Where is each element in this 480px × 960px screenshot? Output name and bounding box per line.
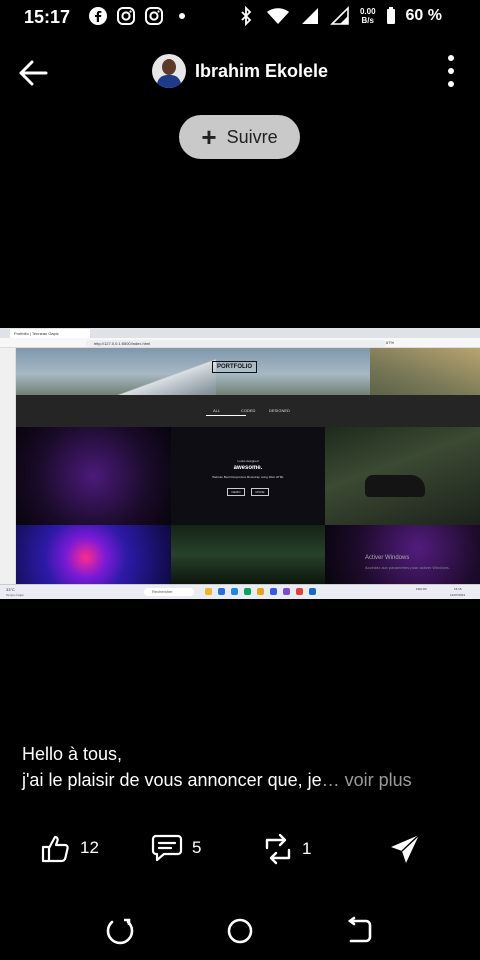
comment-button[interactable]: 5 (150, 832, 201, 864)
post-text-line: Hello à tous, (22, 744, 123, 764)
see-more-link[interactable]: voir plus (345, 770, 412, 790)
tile-caption: Looks designed (237, 459, 259, 463)
post-text: Hello à tous, j'ai le plaisir de vous an… (22, 741, 462, 793)
tile-headline: awesome. (233, 465, 263, 471)
portfolio-tile (16, 525, 171, 584)
home-button[interactable] (222, 913, 258, 949)
net-speed-unit: B/s (361, 16, 374, 25)
portfolio-title: PORTFOLIO (212, 361, 257, 373)
post-actions: 12 5 1 (0, 832, 480, 872)
status-bar: 15:17 0.00 B/s 60 % (0, 0, 480, 34)
post-text-body: j'ai le plaisir de vous annoncer que, je (22, 770, 322, 790)
browser-sidebar (0, 348, 16, 592)
signal-icon (330, 6, 349, 25)
signal-icon (301, 8, 318, 24)
status-time: 15:17 (24, 7, 71, 27)
more-button[interactable] (444, 54, 458, 88)
browser-url: http://127.0.0.1:5500/index.html (86, 340, 386, 347)
portfolio-tile (16, 427, 171, 525)
dot-icon (179, 13, 185, 19)
post-image[interactable]: Portfolio | Tenneau Gapic http://127.0.0… (0, 328, 480, 599)
post-ellipsis: … (321, 770, 340, 790)
browser-address-bar: http://127.0.0.1:5500/index.html 67% (0, 338, 480, 348)
portfolio-tile (171, 525, 325, 584)
post-text-line: j'ai le plaisir de vous annoncer que, je… (22, 767, 462, 793)
more-vertical-icon (448, 55, 454, 87)
windows-taskbar: 33°C Temps risqué Rechercher FRA FR 15:1… (0, 584, 480, 599)
home-icon (227, 918, 253, 944)
arrow-left-icon (19, 60, 48, 86)
author-name[interactable]: Ibrahim Ekolele (195, 61, 328, 82)
thumbs-up-icon (41, 835, 69, 863)
facebook-icon (89, 7, 107, 25)
weather-desc: Temps risqué (6, 593, 24, 597)
instagram-icon (117, 7, 135, 25)
portfolio-grid: Looks designed awesome. Website Best Res… (16, 427, 480, 584)
wifi-icon (266, 8, 289, 24)
send-icon (391, 834, 420, 863)
tile-button: DEMO (227, 488, 245, 496)
instagram-icon (145, 7, 163, 25)
battery-percentage: 60 % (405, 7, 442, 24)
repost-button[interactable]: 1 (262, 832, 311, 866)
repost-icon (265, 833, 291, 865)
portfolio-filter-bar: ALL CODED DESIGNED (16, 395, 480, 427)
tile-description: Website Best Responsive Bootstrap using … (212, 475, 284, 479)
tile-button: MODE (251, 488, 269, 496)
android-nav-bar (0, 910, 480, 950)
portfolio-tile: Looks designed awesome. Website Best Res… (171, 427, 325, 525)
send-button[interactable] (388, 832, 422, 866)
post-header: Ibrahim Ekolele (0, 50, 480, 94)
browser-tab: Portfolio | Tenneau Gapic (10, 329, 90, 338)
plus-icon: + (201, 122, 217, 152)
portfolio-tile: Activer Windows Accédez aux paramètres p… (325, 525, 480, 584)
nav-back-button[interactable] (342, 913, 378, 949)
comment-count: 5 (192, 838, 202, 857)
bluetooth-icon (241, 6, 252, 26)
follow-button[interactable]: + Suivre (179, 115, 300, 159)
follow-label: Suivre (226, 126, 278, 147)
taskbar-lang: FRA FR (416, 587, 427, 591)
back-button[interactable] (14, 54, 52, 92)
author-profile[interactable]: Ibrahim Ekolele (152, 54, 328, 88)
taskbar-search: Rechercher (144, 588, 194, 596)
comment-icon (151, 834, 183, 862)
like-count: 12 (80, 838, 99, 857)
weather-temp: 33°C (6, 587, 15, 592)
portfolio-tile (325, 427, 480, 525)
taskbar-date: 12/07/2023 (450, 593, 466, 597)
system-icons: 0.00 B/s 60 % (236, 6, 442, 26)
net-speed-value: 0.00 (359, 7, 376, 16)
notification-icons (88, 6, 192, 26)
back-icon (347, 916, 372, 943)
repost-count: 1 (302, 839, 312, 858)
filter-all: ALL (213, 408, 221, 413)
recent-apps-button[interactable] (102, 913, 138, 949)
avatar[interactable] (152, 54, 186, 88)
windows-watermark-title: Activer Windows (365, 555, 410, 561)
like-button[interactable]: 12 (40, 832, 99, 864)
battery-icon (386, 7, 395, 24)
browser-tab-strip: Portfolio | Tenneau Gapic (0, 328, 480, 338)
filter-designed: DESIGNED (269, 408, 290, 413)
browser-zoom: 67% (386, 340, 395, 345)
recent-apps-icon (106, 918, 134, 945)
net-speed: 0.00 B/s (360, 7, 376, 25)
windows-watermark-subtitle: Accédez aux paramètres pour activer Wind… (365, 565, 450, 570)
filter-coded: CODED (241, 408, 256, 413)
taskbar-time: 15:16 (454, 587, 462, 591)
